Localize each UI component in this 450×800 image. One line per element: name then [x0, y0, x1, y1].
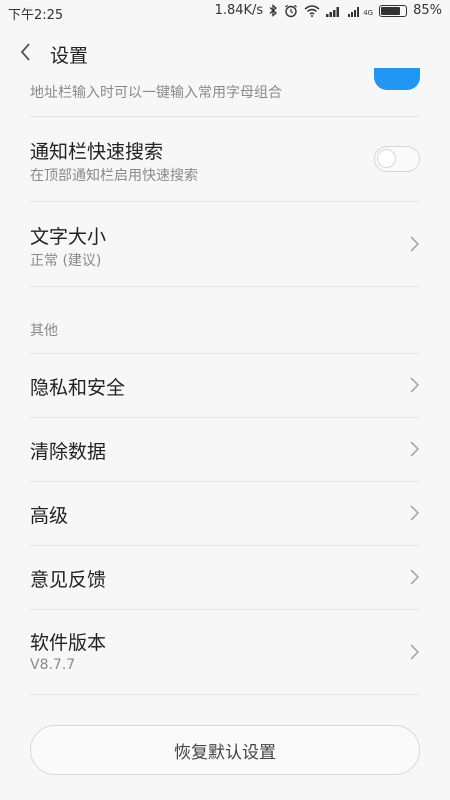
- net-speed: 1.84K/s: [214, 3, 264, 18]
- setting-row-font-size[interactable]: 文字大小 正常 (建议): [0, 202, 450, 286]
- setting-row-clear-data[interactable]: 清除数据: [0, 418, 450, 481]
- battery-percent: 85%: [413, 3, 442, 18]
- wifi-icon: [304, 4, 320, 17]
- setting-row-version[interactable]: 软件版本 V8.7.7: [0, 610, 450, 694]
- signal-4g-icon: 4G: [348, 5, 373, 17]
- chevron-right-icon: [410, 569, 420, 585]
- battery-icon: [379, 4, 408, 17]
- setting-row-notification-search[interactable]: 通知栏快速搜索 在顶部通知栏启用快速搜索: [0, 117, 450, 201]
- row-title: 清除数据: [30, 441, 107, 463]
- section-label-other: 其他: [30, 323, 58, 339]
- divider: [30, 286, 420, 287]
- row-title: 通知栏快速搜索: [30, 141, 164, 163]
- toggle-knob: [377, 149, 396, 168]
- battery-fill: [381, 6, 401, 15]
- row-subtitle: 地址栏输入时可以一键输入常用字母组合: [30, 85, 282, 101]
- bluetooth-icon: [269, 4, 278, 17]
- row-subtitle: V8.7.7: [30, 657, 76, 673]
- divider: [30, 694, 420, 695]
- setting-row-feedback[interactable]: 意见反馈: [0, 546, 450, 609]
- reset-defaults-button[interactable]: 恢复默认设置: [30, 725, 420, 775]
- setting-row-address-bar[interactable]: 地址栏输入时可以一键输入常用字母组合: [0, 68, 450, 117]
- setting-row-privacy[interactable]: 隐私和安全: [0, 354, 450, 417]
- row-subtitle: 在顶部通知栏启用快速搜索: [30, 168, 198, 184]
- network-type-label: 4G: [363, 8, 374, 17]
- row-subtitle: 正常 (建议): [30, 253, 102, 269]
- signal-icon: [326, 6, 340, 17]
- chevron-right-icon: [410, 236, 420, 252]
- status-time: 下午2:25: [8, 8, 64, 23]
- chevron-left-icon[interactable]: [14, 40, 38, 64]
- alarm-icon: [285, 4, 298, 17]
- chevron-right-icon: [410, 505, 420, 521]
- chevron-right-icon: [410, 377, 420, 393]
- status-bar: 下午2:25 1.84K/s 4G 85%: [0, 0, 450, 24]
- toggle-notification-search[interactable]: [374, 146, 420, 172]
- chevron-right-icon: [410, 441, 420, 457]
- row-title: 高级: [30, 505, 69, 527]
- chevron-right-icon: [410, 644, 420, 660]
- setting-row-advanced[interactable]: 高级: [0, 482, 450, 545]
- status-icons: 1.84K/s 4G 85%: [215, 3, 442, 18]
- page-title: 设置: [50, 45, 89, 67]
- row-title: 意见反馈: [30, 569, 107, 591]
- row-title: 隐私和安全: [30, 377, 126, 399]
- row-title: 文字大小: [30, 226, 107, 248]
- row-title: 软件版本: [30, 632, 107, 654]
- toggle-address-bar[interactable]: [374, 68, 420, 90]
